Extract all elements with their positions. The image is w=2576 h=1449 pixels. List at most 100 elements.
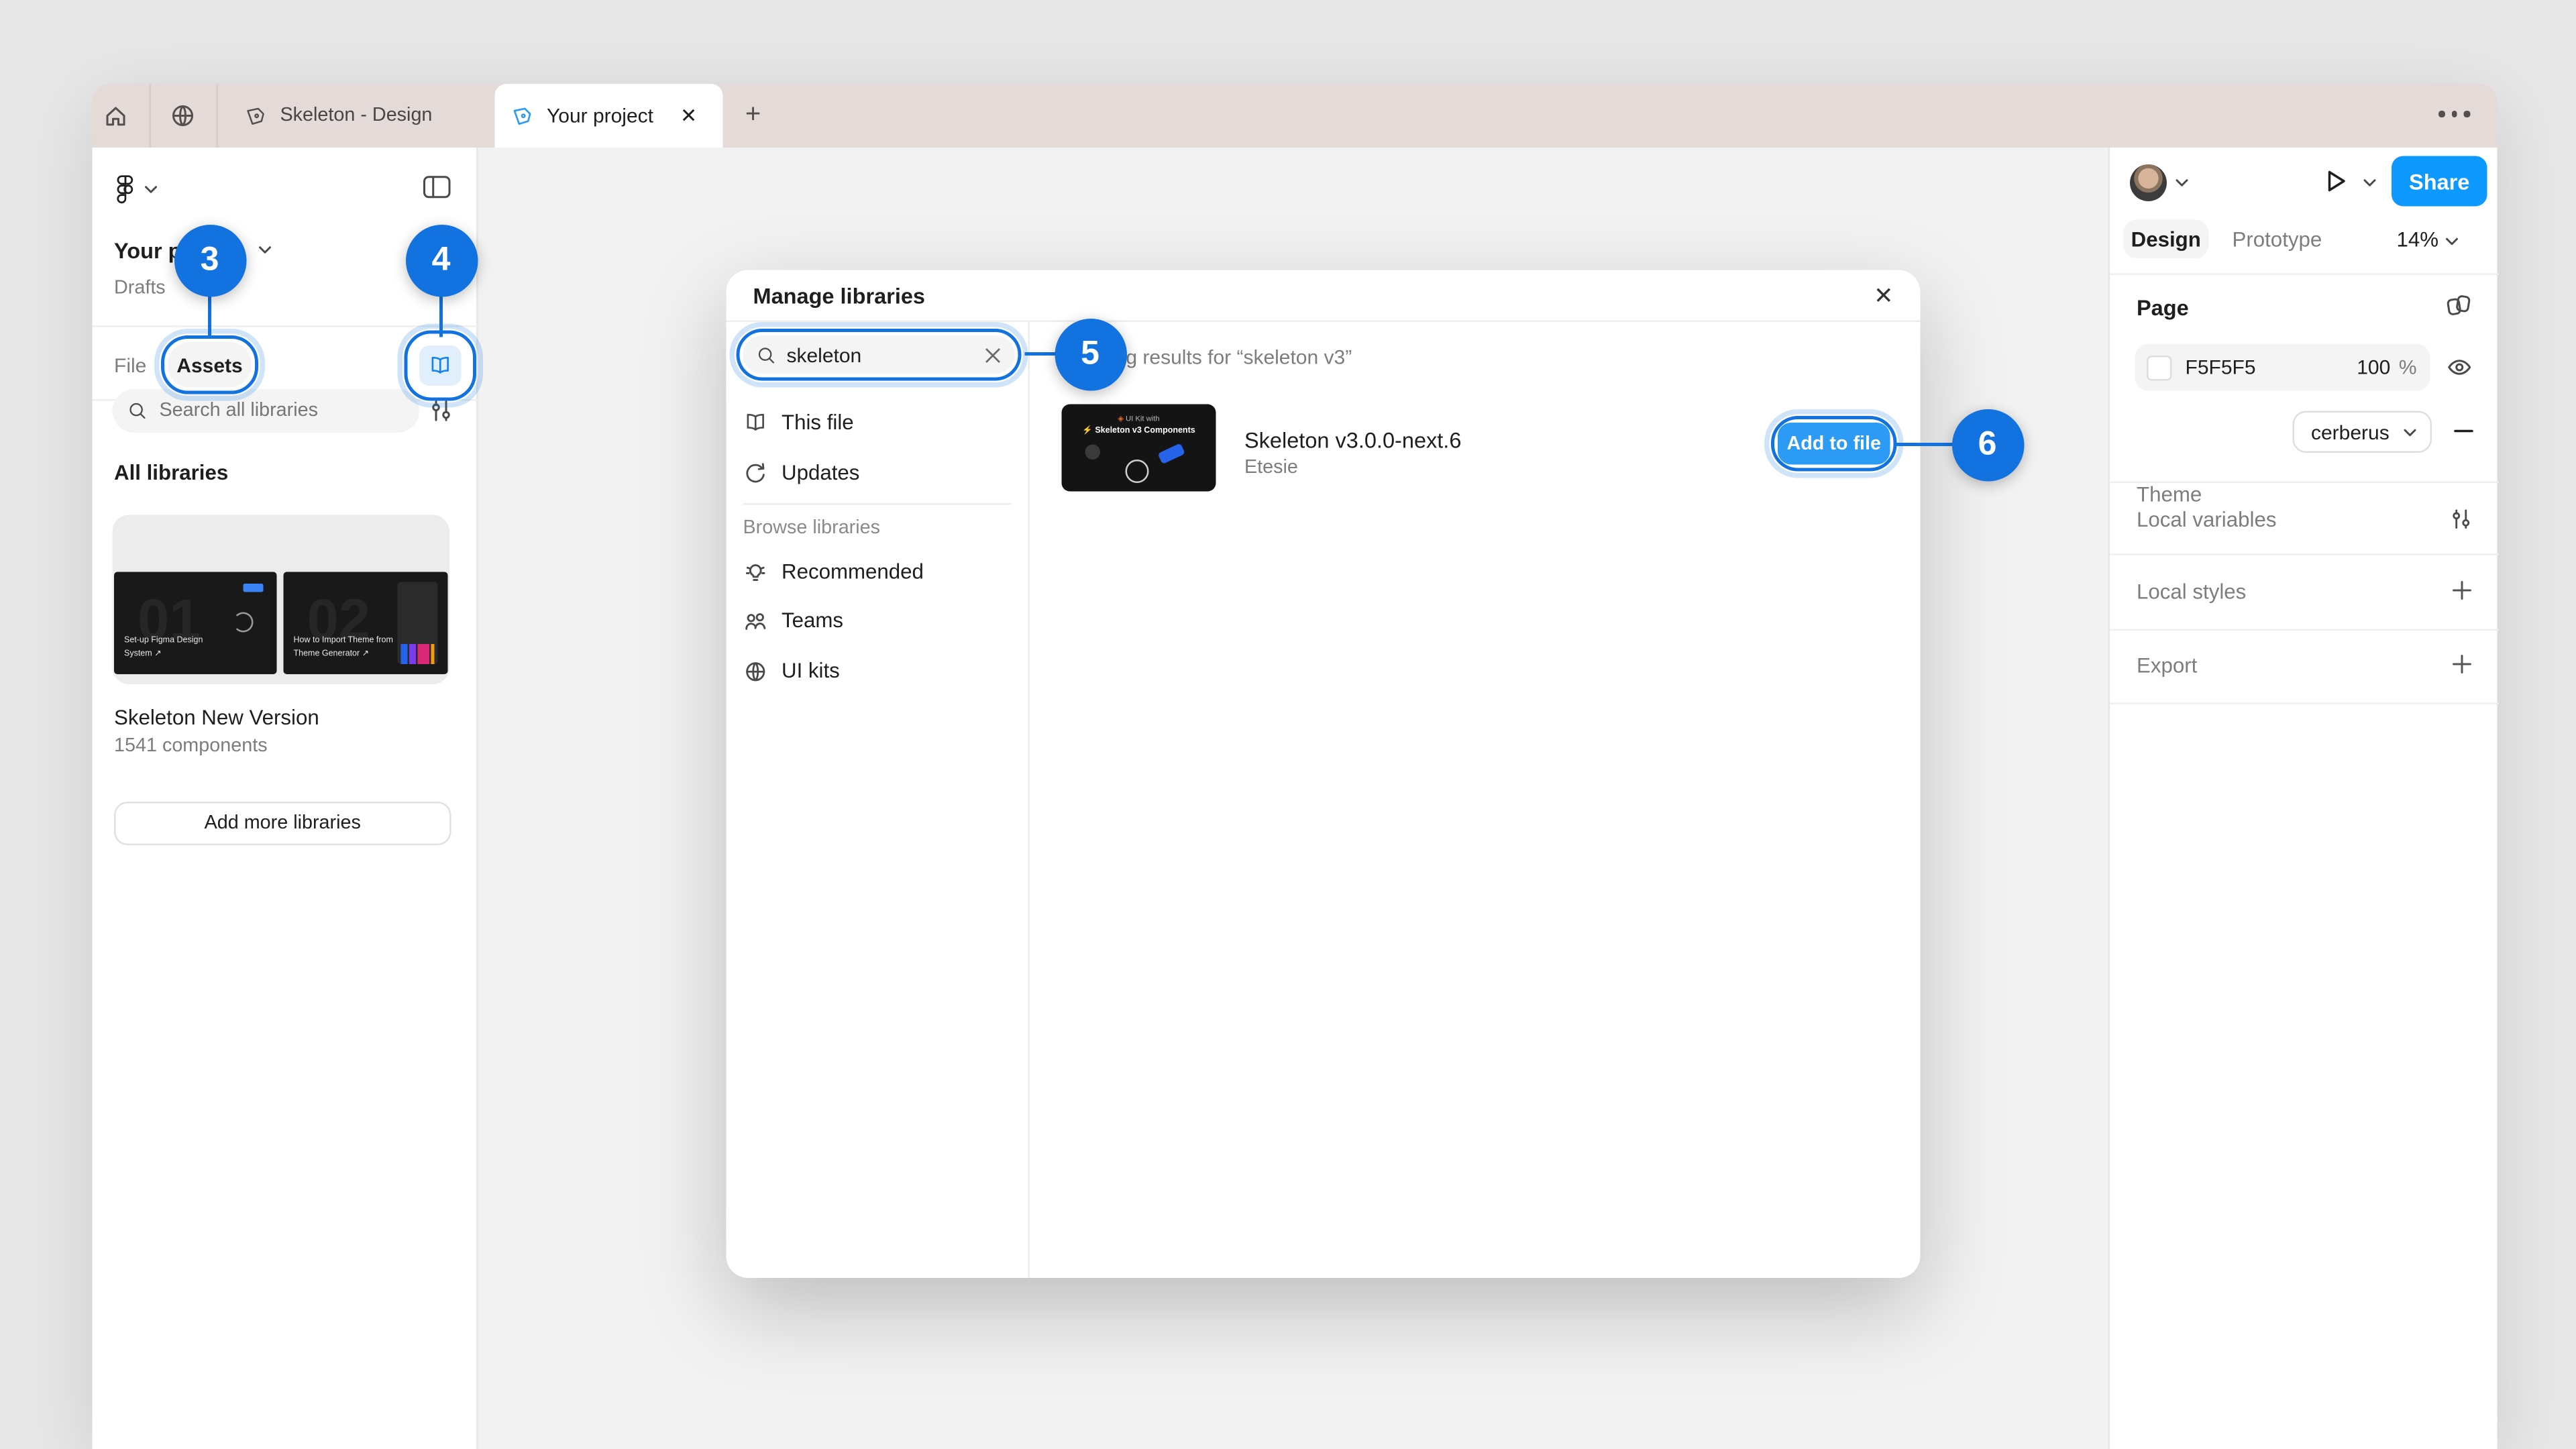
search-icon	[757, 345, 777, 365]
annotation-line-4	[439, 295, 443, 337]
design-label: Design	[2131, 227, 2201, 251]
tab-divider	[149, 84, 151, 148]
modal-search-field[interactable]	[729, 322, 1028, 388]
mini-button-shape	[243, 584, 264, 592]
clear-search-icon[interactable]	[985, 346, 1002, 363]
nav-label: This file	[782, 411, 854, 435]
all-libraries-heading: All libraries	[114, 461, 229, 485]
page-section-heading: Page	[2137, 295, 2189, 321]
figma-app: Skeleton - Design Your project ✕ + Your …	[0, 0, 2576, 1449]
library-thumb-2: 02 How to Import Theme from Theme Genera…	[283, 572, 448, 674]
divider	[743, 503, 1012, 505]
export-label: Export	[2137, 654, 2198, 678]
tab-prototype[interactable]: Prototype	[2233, 228, 2322, 252]
annotation-badge-4: 4	[405, 223, 478, 297]
badge-number: 5	[1081, 334, 1099, 372]
present-play-icon[interactable]	[2324, 168, 2348, 195]
avatar-chevron-icon[interactable]	[2176, 178, 2189, 188]
theme-label: Theme	[2137, 483, 2202, 506]
nav-label: Updates	[782, 461, 860, 485]
result-author: Etesie	[1244, 458, 1298, 478]
add-style-icon[interactable]	[2451, 579, 2474, 602]
badge-number: 3	[200, 240, 219, 278]
tab-design[interactable]: Design	[2123, 219, 2209, 258]
percent-sign: %	[2398, 356, 2417, 379]
divider	[2110, 629, 2499, 631]
library-card[interactable]: 01 Set-up Figma Design System ↗ 02 How t…	[112, 515, 449, 684]
annotation-badge-3: 3	[173, 223, 246, 297]
modal-search-input[interactable]	[786, 343, 955, 367]
modal-title: Manage libraries	[753, 282, 926, 308]
blue-pill-shape	[1157, 443, 1185, 465]
share-button[interactable]: Share	[2392, 156, 2487, 207]
libraries-button[interactable]	[397, 323, 483, 408]
thumb-text: Skeleton v3 Components	[1095, 426, 1195, 436]
annotation-line-6	[1896, 442, 1954, 447]
add-to-file-button[interactable]: Add to file	[1764, 409, 1904, 478]
search-icon	[127, 401, 148, 421]
add-export-icon[interactable]	[2451, 653, 2474, 676]
close-tab-icon[interactable]: ✕	[680, 106, 697, 126]
annotation-badge-6: 6	[1951, 408, 2024, 481]
remove-theme-icon[interactable]	[2452, 419, 2475, 443]
variables-sliders-icon[interactable]	[2449, 506, 2474, 532]
color-bar	[400, 644, 408, 664]
close-modal-icon[interactable]: ✕	[1874, 284, 1893, 307]
visibility-eye-icon[interactable]	[2445, 354, 2474, 381]
nav-updates[interactable]: Updates	[727, 453, 1030, 493]
nav-teams[interactable]: Teams	[727, 600, 1030, 641]
nav-this-file[interactable]: This file	[727, 402, 1030, 443]
chevron-down-icon[interactable]	[144, 184, 158, 195]
new-tab-icon[interactable]: +	[740, 101, 767, 129]
toggle-sidebar-icon[interactable]	[423, 174, 451, 200]
page-opacity-field[interactable]: 100 %	[2306, 343, 2430, 391]
browser-globe-icon[interactable]	[170, 103, 197, 129]
tab-label: Your project	[547, 104, 654, 127]
divider	[2110, 553, 2499, 555]
divider	[2110, 702, 2499, 704]
nav-recommended[interactable]: Recommended	[727, 552, 1030, 592]
badge-number: 6	[1978, 425, 1997, 462]
tab-assets[interactable]: Assets	[154, 329, 265, 401]
filter-sliders-icon[interactable]	[428, 398, 455, 425]
right-panel: Share Design Prototype 14% Page F5F5F5 1…	[2108, 148, 2499, 1449]
home-icon[interactable]	[103, 103, 129, 129]
nav-label: Teams	[782, 608, 844, 633]
annotation-line-3	[207, 295, 212, 337]
tab-label: Skeleton - Design	[280, 105, 433, 126]
present-chevron-icon[interactable]	[2363, 178, 2377, 188]
tab-your-project[interactable]: Your project ✕	[494, 84, 723, 148]
add-more-libraries-button[interactable]: Add more libraries	[114, 802, 451, 845]
tab-bar: Skeleton - Design Your project ✕ +	[92, 84, 2498, 148]
annotation-badge-5: 5	[1054, 317, 1126, 390]
share-label: Share	[2409, 168, 2470, 194]
project-chevron-icon[interactable]	[258, 245, 272, 255]
assets-label: Assets	[176, 353, 243, 377]
zoom-chevron-icon[interactable]	[2445, 237, 2459, 247]
thumb-caption: How to Import Theme from Theme Generator…	[293, 635, 393, 659]
mini-spinner-shape	[233, 612, 254, 633]
annotation-line-5	[1024, 352, 1059, 356]
theme-dropdown[interactable]: cerberus	[2292, 411, 2432, 453]
library-search[interactable]	[112, 389, 419, 433]
avatar[interactable]	[2130, 164, 2167, 201]
color-swatch[interactable]	[2147, 354, 2172, 380]
figma-logo-icon[interactable]	[114, 174, 136, 205]
nav-ui-kits[interactable]: UI kits	[727, 651, 1030, 691]
thumb-text: UI Kit with	[1126, 414, 1160, 423]
opacity-value: 100	[2357, 356, 2391, 379]
thumb-caption: Set-up Figma Design System ↗	[124, 635, 203, 659]
divider	[92, 325, 478, 327]
zoom-level[interactable]: 14%	[2397, 228, 2439, 252]
tab-file[interactable]: File	[114, 354, 146, 378]
library-thumb-1: 01 Set-up Figma Design System ↗	[114, 572, 277, 674]
library-name: Skeleton New Version	[114, 706, 319, 730]
dark-circle-shape	[1085, 444, 1100, 460]
tab-skeleton-design[interactable]: Skeleton - Design	[217, 84, 495, 148]
page-styles-icon[interactable]	[2445, 292, 2472, 319]
library-search-input[interactable]	[159, 400, 378, 421]
page-color-field[interactable]: F5F5F5	[2135, 343, 2316, 391]
more-menu-icon[interactable]	[2438, 111, 2470, 117]
result-thumbnail: ◈ UI Kit with ⚡ Skeleton v3 Components	[1061, 404, 1216, 492]
page-color-hex: F5F5F5	[2185, 356, 2256, 379]
